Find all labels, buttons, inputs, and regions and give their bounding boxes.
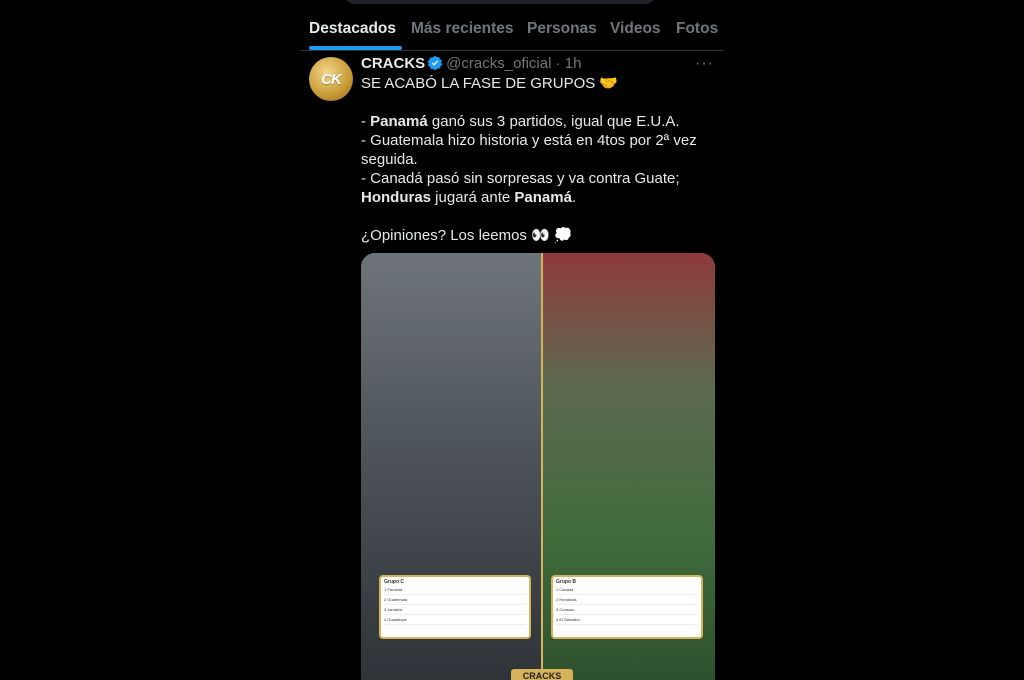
standings-row: 4 El Salvador xyxy=(556,615,698,625)
avatar-logo-text: CK xyxy=(321,70,342,88)
image-divider xyxy=(541,253,543,680)
standings-row: 2 Guatemala xyxy=(384,595,526,605)
more-options-icon[interactable]: ··· xyxy=(695,55,714,73)
verified-badge-icon xyxy=(427,55,443,75)
tweet-line: - Canadá pasó sin sorpresas y va contra … xyxy=(361,170,680,187)
search-column: Destacados Más recientes Personas Videos… xyxy=(300,0,724,680)
tweet[interactable]: CK CRACKS @cracks_oficial · 1h ··· SE ACA… xyxy=(300,51,724,680)
tweet-line: Honduras jugará ante Panamá. xyxy=(361,189,577,206)
search-tabs: Destacados Más recientes Personas Videos… xyxy=(300,0,724,51)
avatar[interactable]: CK xyxy=(309,57,353,101)
tab-label: Personas xyxy=(527,20,597,37)
brand-logo: CRACKS xyxy=(511,669,573,680)
tab-personas[interactable]: Personas xyxy=(527,0,600,50)
standings-row: 4 Guadalupe xyxy=(384,615,526,625)
standings-row: 1 Panamá xyxy=(384,585,526,595)
tweet-time[interactable]: 1h xyxy=(565,55,582,72)
tweet-line: ¿Opiniones? Los leemos 👀 💭 xyxy=(361,227,573,244)
group-b-standings: Grupo B 1 Canadá 2 Honduras 3 Curazao 4 … xyxy=(551,575,703,639)
standings-row: 3 Jamaica xyxy=(384,605,526,615)
standings-row: 2 Honduras xyxy=(556,595,698,605)
tweet-line: SE ACABÓ LA FASE DE GRUPOS 🤝 xyxy=(361,75,619,92)
tab-fotos[interactable]: Fotos xyxy=(676,0,719,50)
tweet-header: CRACKS @cracks_oficial · 1h xyxy=(361,55,716,75)
tab-label: Destacados xyxy=(309,20,397,37)
time-separator: · xyxy=(551,55,565,72)
standings-row: 3 Curazao xyxy=(556,605,698,615)
tweet-line: - Panamá ganó sus 3 partidos, igual que … xyxy=(361,113,680,130)
tab-label: Más recientes xyxy=(411,20,514,37)
tweet-text: SE ACABÓ LA FASE DE GRUPOS 🤝 - Panamá ga… xyxy=(361,74,711,245)
tab-label: Fotos xyxy=(676,20,719,37)
tab-destacados[interactable]: Destacados xyxy=(309,0,402,50)
standings-row: 1 Canadá xyxy=(556,585,698,595)
author-name[interactable]: CRACKS xyxy=(361,55,425,72)
group-c-standings: Grupo C 1 Panamá 2 Guatemala 3 Jamaica 4… xyxy=(379,575,531,639)
active-tab-indicator xyxy=(309,46,402,50)
tab-label: Videos xyxy=(610,20,661,37)
tweet-line: - Guatemala hizo historia y está en 4tos… xyxy=(361,132,697,168)
tweet-image[interactable]: Grupo C 1 Panamá 2 Guatemala 3 Jamaica 4… xyxy=(361,253,715,680)
tab-videos[interactable]: Videos xyxy=(610,0,666,50)
author-handle[interactable]: @cracks_oficial xyxy=(446,55,551,72)
tab-mas-recientes[interactable]: Más recientes xyxy=(411,0,518,50)
